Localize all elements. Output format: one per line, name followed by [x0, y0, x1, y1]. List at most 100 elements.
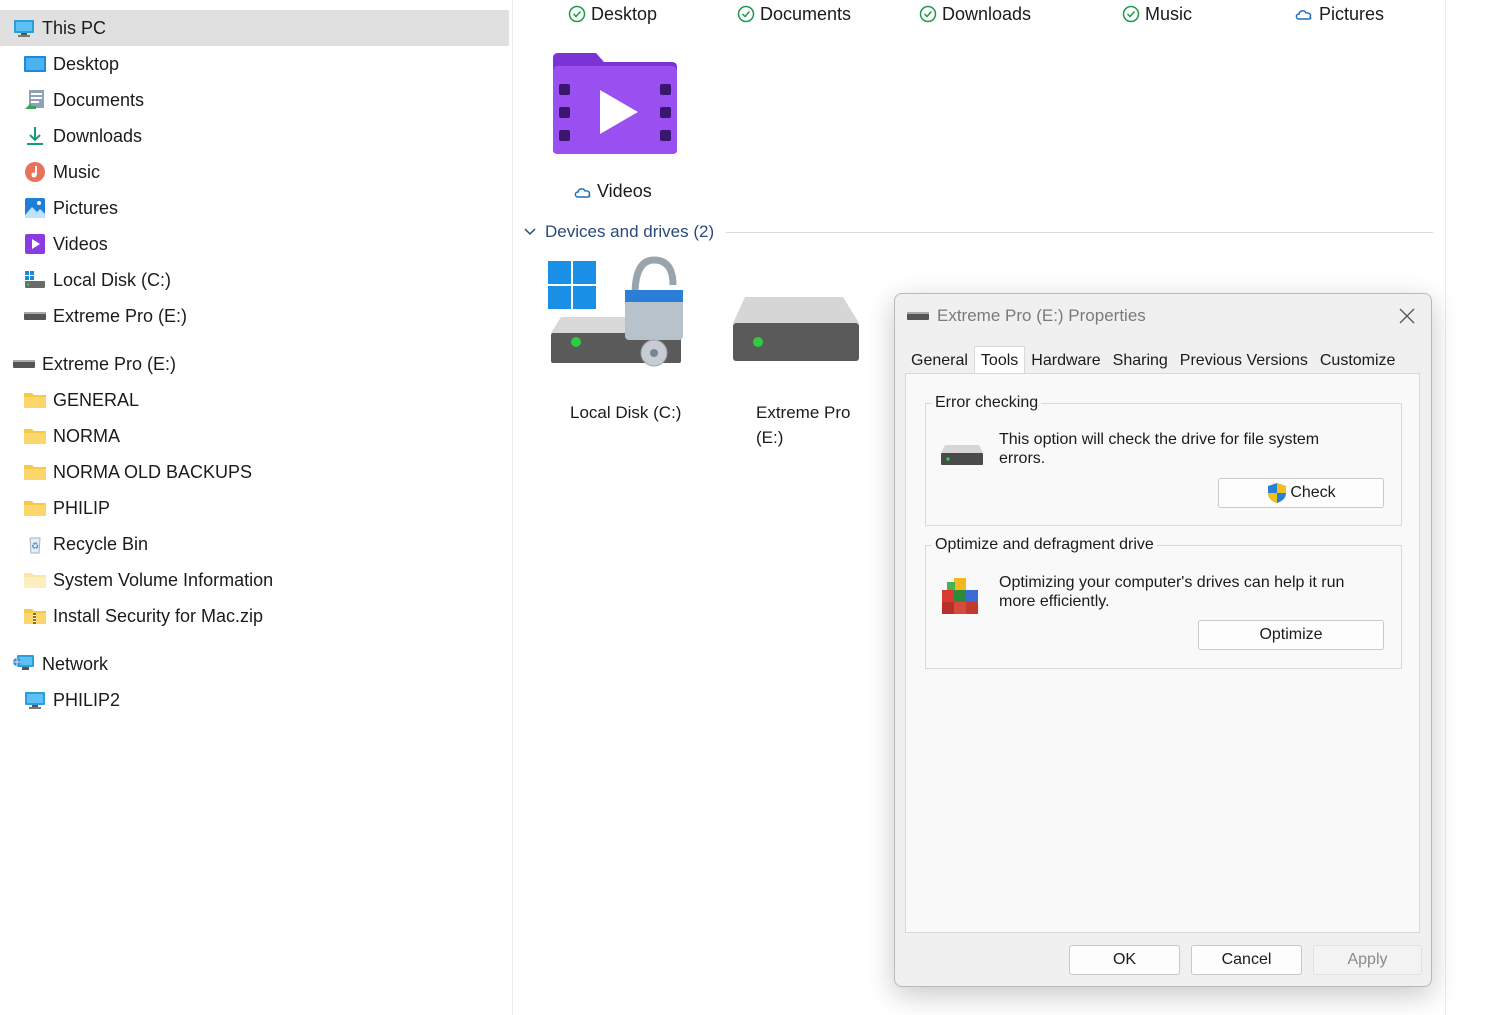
sidebar-item-label: Network [42, 653, 109, 674]
devices-and-drives-group-header[interactable]: Devices and drives (2) [523, 220, 1433, 244]
close-icon [1399, 308, 1415, 324]
sidebar-item-extreme-pro[interactable]: Extreme Pro (E:) [0, 298, 509, 334]
cloud-icon [1295, 10, 1312, 20]
pictures-icon [23, 196, 47, 220]
optimize-group: Optimize and defragment drive Optimizing… [925, 536, 1402, 669]
svg-text:♻: ♻ [31, 542, 39, 552]
zip-folder-icon [23, 604, 47, 628]
optimize-button[interactable]: Optimize [1198, 620, 1384, 650]
drive-label-line1: Extreme Pro [756, 403, 851, 422]
sidebar-item-music[interactable]: Music [0, 154, 509, 190]
group-divider [726, 231, 1433, 233]
optimize-title: Optimize and defragment drive [932, 536, 1157, 554]
synced-check-icon [919, 5, 937, 23]
folder-icon [23, 388, 47, 412]
sidebar-item-general[interactable]: GENERAL [0, 382, 509, 418]
sidebar-item-label: NORMA OLD BACKUPS [53, 461, 253, 482]
quick-access-downloads[interactable]: Downloads [919, 2, 1031, 26]
quick-access-desktop[interactable]: Desktop [568, 2, 657, 26]
apply-button[interactable]: Apply [1313, 945, 1422, 975]
sidebar-item-install-security-zip[interactable]: Install Security for Mac.zip [0, 598, 509, 634]
local-disk-c-label[interactable]: Local Disk (C:) [570, 400, 681, 425]
drive-icon [733, 297, 859, 361]
cancel-button[interactable]: Cancel [1191, 945, 1302, 975]
optimize-description: Optimizing your computer's drives can he… [999, 574, 1345, 610]
sidebar-item-label: Videos [53, 233, 108, 254]
quick-access-pictures[interactable]: Pictures [1294, 2, 1384, 26]
navigation-pane: This PC Desktop Documents Downloads Musi… [0, 0, 513, 1015]
sidebar-item-label: Downloads [53, 125, 143, 146]
music-icon [23, 160, 47, 184]
sidebar-item-label: Extreme Pro (E:) [53, 305, 188, 326]
group-title: Devices and drives (2) [545, 222, 715, 241]
extreme-pro-e-label[interactable]: Extreme Pro (E:) [756, 400, 850, 450]
sidebar-item-label: Desktop [53, 53, 120, 74]
tools-tab-panel: Error checking This option will check th… [905, 373, 1420, 933]
properties-dialog: Extreme Pro (E:) Properties General Tool… [894, 293, 1432, 987]
drive-icon [12, 352, 36, 376]
dialog-titlebar[interactable]: Extreme Pro (E:) Properties [895, 294, 1431, 338]
documents-icon [23, 88, 47, 112]
sidebar-item-desktop[interactable]: Desktop [0, 46, 509, 82]
sidebar-item-label: Recycle Bin [53, 533, 149, 554]
sidebar-item-label: Extreme Pro (E:) [42, 353, 177, 374]
sidebar-item-network[interactable]: Network [0, 646, 509, 682]
local-disk-icon [23, 268, 47, 292]
sidebar-item-philip2[interactable]: PHILIP2 [0, 682, 509, 718]
tab-strip: General Tools Hardware Sharing Previous … [905, 346, 1402, 374]
sidebar-item-label: Pictures [53, 197, 119, 218]
sidebar-item-label: Local Disk (C:) [53, 269, 172, 290]
tab-tools[interactable]: Tools [973, 346, 1026, 374]
quick-access-music[interactable]: Music [1122, 2, 1192, 26]
tab-general[interactable]: General [905, 348, 974, 374]
drive-icon [907, 312, 929, 320]
check-button[interactable]: Check [1218, 478, 1384, 508]
folder-icon [23, 496, 47, 520]
recycle-bin-icon: ♻ [23, 532, 47, 556]
sidebar-item-system-volume-information[interactable]: System Volume Information [0, 562, 509, 598]
sidebar-item-philip[interactable]: PHILIP [0, 490, 509, 526]
sidebar-item-local-disk-c[interactable]: Local Disk (C:) [0, 262, 509, 298]
quick-access-label: Desktop [591, 3, 658, 24]
quick-access-label: Pictures [1319, 3, 1385, 24]
sidebar-item-pictures[interactable]: Pictures [0, 190, 509, 226]
local-disk-c-tile[interactable] [547, 255, 687, 375]
dialog-title: Extreme Pro (E:) Properties [937, 306, 1146, 325]
sidebar-item-label: NORMA [53, 425, 120, 446]
sidebar-item-recycle-bin[interactable]: ♻ Recycle Bin [0, 526, 509, 562]
network-icon [12, 652, 36, 676]
tab-sharing[interactable]: Sharing [1106, 348, 1174, 374]
tab-hardware[interactable]: Hardware [1025, 348, 1107, 374]
tab-previous-versions[interactable]: Previous Versions [1173, 348, 1314, 374]
sidebar-item-label: GENERAL [53, 389, 140, 410]
synced-check-icon [1122, 5, 1140, 23]
tab-customize[interactable]: Customize [1313, 348, 1402, 374]
error-checking-title: Error checking [932, 394, 1042, 412]
sidebar-item-videos[interactable]: Videos [0, 226, 509, 262]
sidebar-item-extreme-pro-root[interactable]: Extreme Pro (E:) [0, 346, 509, 382]
cloud-icon [574, 187, 591, 198]
quick-access-documents[interactable]: Documents [737, 2, 851, 26]
desktop-icon [23, 52, 47, 76]
sidebar-item-label: Music [53, 161, 101, 182]
folder-icon [23, 568, 47, 592]
sidebar-item-downloads[interactable]: Downloads [0, 118, 509, 154]
quick-access-label: Music [1145, 3, 1193, 24]
error-checking-description: This option will check the drive for fil… [999, 431, 1320, 467]
close-button[interactable] [1395, 304, 1419, 328]
videos-label-text: Videos [597, 181, 652, 201]
sidebar-item-this-pc[interactable]: This PC [0, 10, 509, 46]
videos-folder-label[interactable]: Videos [573, 181, 652, 202]
sidebar-item-label: PHILIP [53, 497, 111, 518]
ok-button[interactable]: OK [1069, 945, 1180, 975]
sidebar-item-documents[interactable]: Documents [0, 82, 509, 118]
sidebar-item-label: System Volume Information [53, 569, 274, 590]
sidebar-item-label: This PC [42, 17, 107, 38]
drive-label-line2: (E:) [756, 428, 784, 447]
sidebar-item-norma[interactable]: NORMA [0, 418, 509, 454]
quick-access-label: Downloads [942, 3, 1032, 24]
sidebar-item-label: Documents [53, 89, 145, 110]
extreme-pro-e-tile[interactable] [731, 255, 863, 375]
sidebar-item-label: PHILIP2 [53, 689, 121, 710]
sidebar-item-norma-old-backups[interactable]: NORMA OLD BACKUPS [0, 454, 509, 490]
